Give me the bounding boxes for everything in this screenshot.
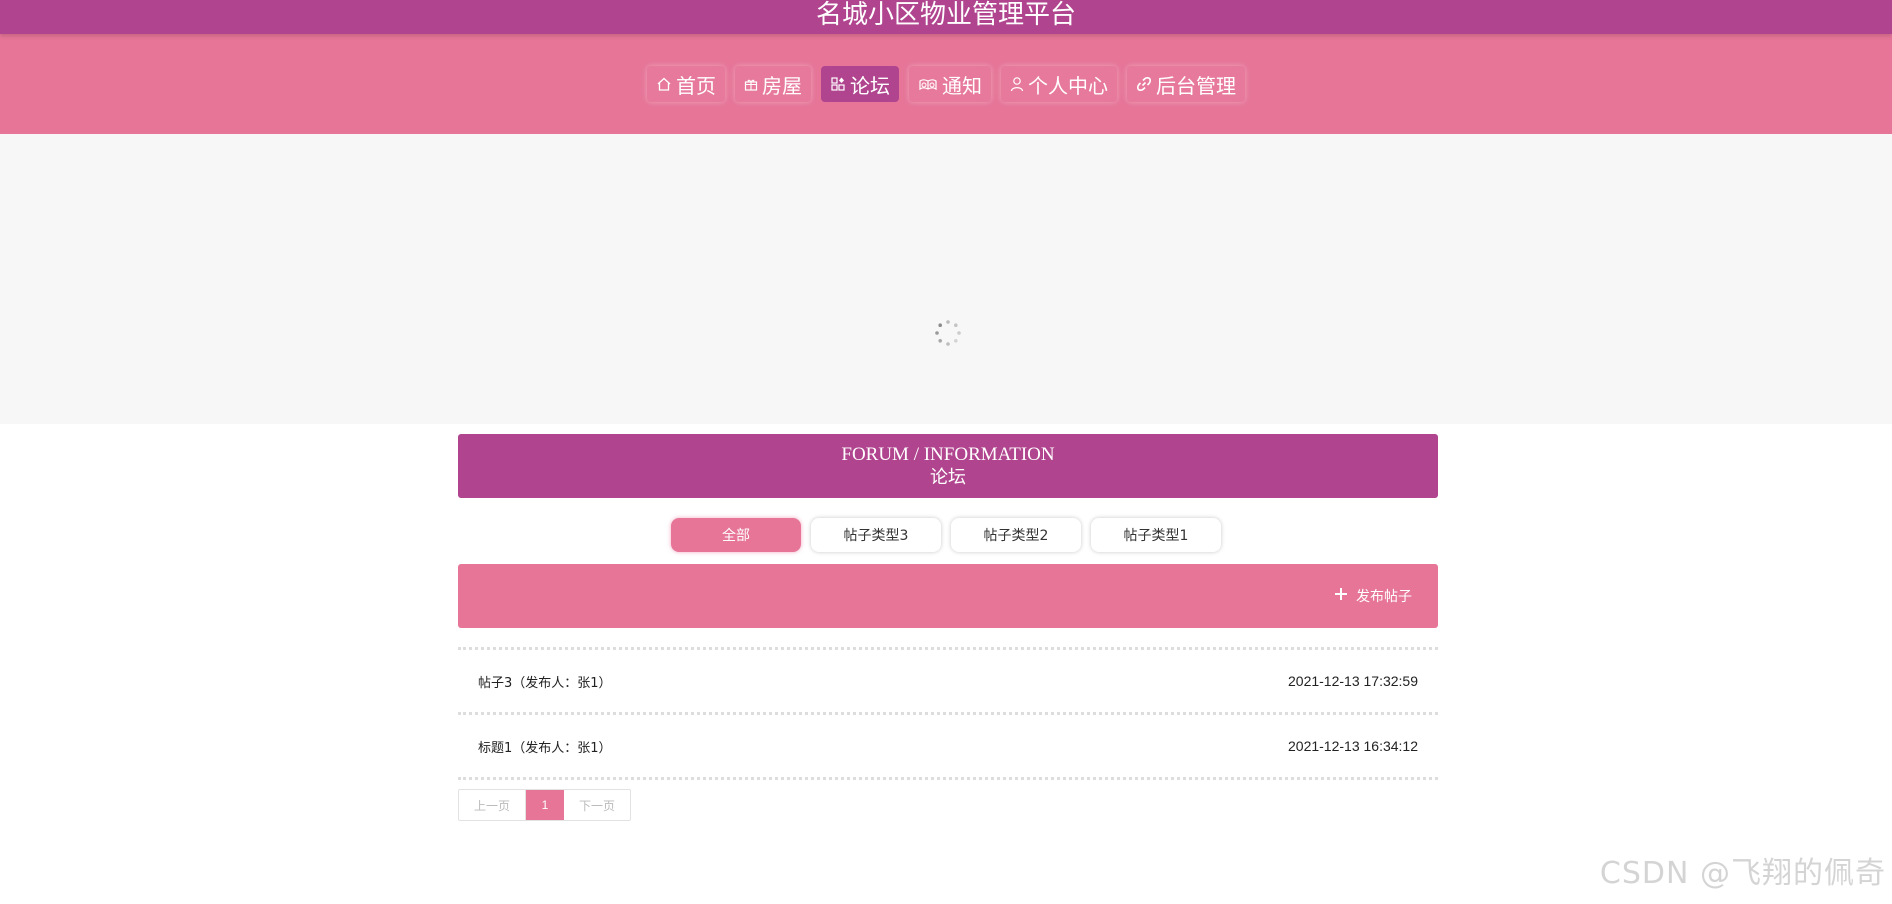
- page-number-button[interactable]: 1: [526, 790, 564, 820]
- publish-post-button[interactable]: 发布帖子: [1334, 584, 1412, 608]
- apps-icon: [830, 76, 846, 92]
- list-item[interactable]: 帖子3（发布人：张1） 2021-12-13 17:32:59: [458, 650, 1438, 712]
- nav-item-house[interactable]: 房屋: [735, 66, 811, 102]
- publish-label: 发布帖子: [1356, 589, 1412, 605]
- post-time: 2021-12-13 17:32:59: [1288, 673, 1418, 689]
- plus-icon: [1334, 587, 1348, 605]
- read-icon: [918, 76, 938, 92]
- main-nav: 首页 房屋 论坛 通知 个人中心 后台管理: [0, 66, 1892, 102]
- loading-spinner-icon: [935, 320, 961, 346]
- nav-item-forum[interactable]: 论坛: [821, 66, 899, 102]
- publish-bar: 发布帖子: [458, 564, 1438, 628]
- divider: [458, 777, 1438, 780]
- next-page-button[interactable]: 下一页: [564, 790, 630, 820]
- list-item[interactable]: 标题1（发布人：张1） 2021-12-13 16:34:12: [458, 715, 1438, 777]
- nav-label: 房屋: [762, 73, 802, 98]
- home-icon: [656, 76, 672, 92]
- nav-label: 首页: [676, 73, 716, 98]
- banner-area: [0, 134, 1892, 424]
- category-tab-type1[interactable]: 帖子类型1: [1091, 518, 1221, 552]
- nav-item-notice[interactable]: 通知: [909, 66, 991, 102]
- post-list: 帖子3（发布人：张1） 2021-12-13 17:32:59 标题1（发布人：…: [458, 647, 1438, 780]
- user-icon: [1010, 76, 1024, 92]
- watermark: CSDN @飞翔的佩奇: [1599, 856, 1886, 891]
- post-time: 2021-12-13 16:34:12: [1288, 738, 1418, 754]
- pagination: 上一页 1 下一页: [458, 789, 631, 821]
- gift-icon: [744, 77, 758, 91]
- forum-title-cn: 论坛: [930, 467, 966, 487]
- nav-label: 通知: [942, 73, 982, 98]
- category-tab-type2[interactable]: 帖子类型2: [951, 518, 1081, 552]
- forum-header: FORUM / INFORMATION 论坛: [458, 434, 1438, 498]
- link-icon: [1136, 76, 1152, 92]
- category-tab-type3[interactable]: 帖子类型3: [811, 518, 941, 552]
- nav-label: 后台管理: [1156, 73, 1236, 98]
- title-bar: 名城小区物业管理平台: [0, 0, 1892, 34]
- nav-item-home[interactable]: 首页: [647, 66, 725, 102]
- nav-label: 论坛: [850, 73, 890, 98]
- prev-page-button[interactable]: 上一页: [459, 790, 526, 820]
- app-title: 名城小区物业管理平台: [815, 0, 1076, 30]
- nav-band: 首页 房屋 论坛 通知 个人中心 后台管理: [0, 34, 1892, 134]
- forum-title-en: FORUM / INFORMATION: [841, 444, 1055, 465]
- category-tabs: 全部 帖子类型3 帖子类型2 帖子类型1: [0, 518, 1892, 552]
- nav-item-profile[interactable]: 个人中心: [1001, 66, 1117, 102]
- nav-label: 个人中心: [1028, 73, 1108, 98]
- nav-item-admin[interactable]: 后台管理: [1127, 66, 1245, 102]
- post-title[interactable]: 帖子3（发布人：张1）: [478, 672, 612, 691]
- category-tab-all[interactable]: 全部: [671, 518, 801, 552]
- post-title[interactable]: 标题1（发布人：张1）: [478, 737, 612, 756]
